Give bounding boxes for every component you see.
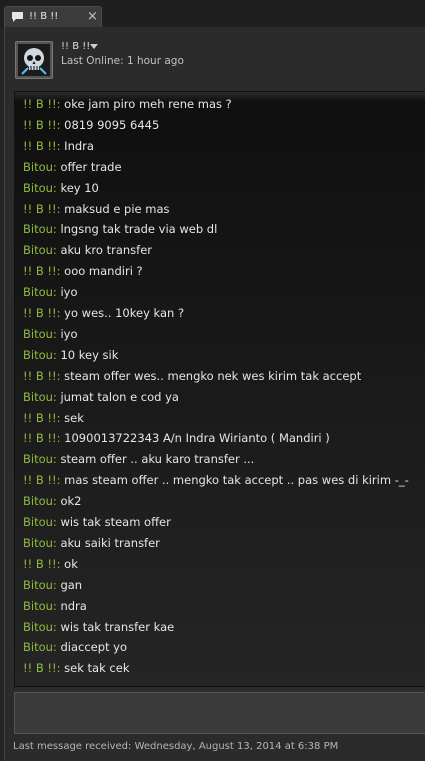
message-sender[interactable]: Bitou: (23, 452, 57, 466)
message-text: aku saiki transfer (56, 535, 160, 550)
message-text: wis tak steam offer (56, 515, 171, 529)
message-text: steam offer .. aku karo transfer ... (56, 452, 255, 467)
message-sender[interactable]: !! B !!: (23, 411, 61, 425)
message-text: oke jam piro meh rene mas ? (60, 97, 232, 111)
message-sender[interactable]: Bitou: (23, 640, 57, 654)
message-text: offer trade (56, 159, 122, 174)
message-text: yo wes.. 10key kan ? (60, 306, 185, 320)
message-text: diaccept yo (56, 640, 128, 655)
message-sender[interactable]: !! B !!: (23, 306, 61, 320)
chat-message: !! B !!: yo wes.. 10key kan ? (23, 303, 184, 323)
message-sender[interactable]: Bitou: (23, 348, 57, 362)
chat-message: Bitou: aku saiki transfer (23, 533, 160, 553)
message-text: key 10 (56, 180, 99, 195)
message-text: ok2 (56, 494, 82, 509)
chat-log[interactable]: !! B !!: oke jam piro meh rene mas ?!! B… (14, 91, 425, 687)
chat-window: !! B !! Last Online: 1 hour ago !! B !!:… (4, 27, 425, 761)
chat-tab[interactable]: !! B !! × (4, 6, 102, 28)
message-text: ndra (56, 598, 87, 613)
chat-message: Bitou: ndra (23, 596, 87, 616)
chat-message: !! B !!: sek tak cek (23, 658, 129, 678)
message-text: ooo mandiri ? (60, 264, 143, 279)
friend-status: Last Online: 1 hour ago (61, 55, 184, 67)
chat-message: Bitou: jumat talon e cod ya (23, 387, 179, 407)
message-sender[interactable]: Bitou: (23, 620, 57, 634)
chevron-down-icon[interactable] (89, 41, 99, 51)
chat-message: Bitou: gan (23, 575, 82, 595)
chat-message: !! B !!: ok (23, 554, 78, 574)
message-sender[interactable]: !! B !!: (23, 139, 61, 153)
title-bar: !! B !! × (0, 0, 425, 28)
message-text: iyo (56, 285, 78, 300)
chat-message: Bitou: steam offer .. aku karo transfer … (23, 449, 254, 469)
message-text: mas steam offer .. mengko tak accept .. … (60, 473, 409, 488)
message-text: sek tak cek (60, 661, 130, 676)
message-sender[interactable]: !! B !!: (23, 264, 61, 278)
message-sender[interactable]: !! B !!: (23, 118, 61, 132)
chat-message: !! B !!: ooo mandiri ? (23, 261, 143, 281)
chat-message: Bitou: diaccept yo (23, 637, 127, 657)
message-sender[interactable]: Bitou: (23, 327, 57, 341)
chat-message: Bitou: wis tak transfer kae (23, 617, 174, 637)
message-sender[interactable]: !! B !!: (23, 473, 61, 487)
message-text: wis tak transfer kae (56, 619, 175, 634)
chat-message: !! B !!: steam offer wes.. mengko nek we… (23, 366, 361, 386)
message-sender[interactable]: Bitou: (23, 160, 57, 174)
message-text: lngsng tak trade via web dl (56, 222, 218, 237)
chat-message: !! B !!: 0819 9095 6445 (23, 115, 159, 135)
message-input[interactable] (14, 692, 425, 734)
message-sender[interactable]: Bitou: (23, 599, 57, 613)
message-text: sek (60, 410, 84, 425)
message-sender[interactable]: !! B !!: (23, 97, 61, 111)
message-text: gan (56, 577, 83, 592)
message-sender[interactable]: Bitou: (23, 390, 57, 404)
tab-title: !! B !! (29, 11, 59, 22)
message-sender[interactable]: Bitou: (23, 536, 57, 550)
chat-message: Bitou: lngsng tak trade via web dl (23, 219, 217, 239)
chat-message: !! B !!: maksud e pie mas (23, 199, 170, 219)
message-sender[interactable]: Bitou: (23, 494, 57, 508)
message-sender[interactable]: Bitou: (23, 285, 57, 299)
chat-message: Bitou: 10 key sik (23, 345, 118, 365)
message-text: maksud e pie mas (60, 201, 170, 216)
chat-message: Bitou: offer trade (23, 157, 122, 177)
chat-bubble-icon (12, 12, 23, 22)
message-sender[interactable]: Bitou: (23, 181, 57, 195)
message-text: iyo (56, 326, 78, 341)
chat-message: Bitou: ok2 (23, 491, 81, 511)
chat-message: Bitou: iyo (23, 324, 78, 344)
message-sender[interactable]: !! B !!: (23, 557, 61, 571)
chat-message: Bitou: key 10 (23, 178, 99, 198)
message-sender[interactable]: Bitou: (23, 515, 57, 529)
friend-header: !! B !! Last Online: 1 hour ago (13, 37, 425, 83)
message-text: jumat talon e cod ya (56, 389, 179, 404)
message-text: 1090013722343 A/n Indra Wirianto ( Mandi… (60, 431, 330, 446)
chat-message: !! B !!: Indra (23, 136, 94, 156)
message-sender[interactable]: Bitou: (23, 243, 57, 257)
chat-message: !! B !!: sek (23, 408, 84, 428)
chat-message: !! B !!: oke jam piro meh rene mas ? (23, 94, 232, 114)
message-text: Indra (60, 138, 94, 153)
last-message-status: Last message received: Wednesday, August… (13, 741, 339, 752)
chat-message: Bitou: iyo (23, 282, 78, 302)
message-text: 0819 9095 6445 (60, 117, 160, 132)
message-sender[interactable]: !! B !!: (23, 202, 61, 216)
message-sender[interactable]: Bitou: (23, 222, 57, 236)
message-sender[interactable]: Bitou: (23, 578, 57, 592)
message-text: aku kro transfer (56, 243, 152, 258)
skull-avatar-icon (21, 48, 47, 75)
message-text: steam offer wes.. mengko nek wes kirim t… (60, 368, 362, 383)
friend-name: !! B !! (61, 41, 91, 52)
chat-message: !! B !!: 1090013722343 A/n Indra Wiriant… (23, 428, 330, 448)
chat-message: !! B !!: mas steam offer .. mengko tak a… (23, 470, 409, 490)
message-sender[interactable]: !! B !!: (23, 369, 61, 383)
message-text: 10 key sik (56, 347, 119, 362)
message-text: ok (60, 556, 78, 571)
message-sender[interactable]: !! B !!: (23, 431, 61, 445)
avatar[interactable] (15, 41, 53, 79)
chat-message: Bitou: wis tak steam offer (23, 512, 171, 532)
chat-message: Bitou: aku kro transfer (23, 240, 152, 260)
close-icon[interactable]: × (87, 9, 98, 24)
message-sender[interactable]: !! B !!: (23, 661, 61, 675)
